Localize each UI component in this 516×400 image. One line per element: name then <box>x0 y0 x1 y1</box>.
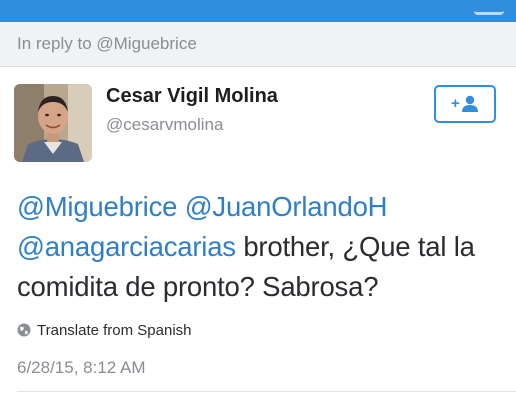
add-person-icon: + <box>451 95 478 112</box>
tweet-card: Cesar Vigil Molina @cesarvmolina + @Migu… <box>0 67 516 400</box>
plus-glyph: + <box>451 95 460 112</box>
reply-context-bar[interactable]: In reply to @Miguebrice <box>0 22 516 67</box>
top-navigation-bar <box>0 0 516 22</box>
tweet-text: @Miguebrice @JuanOrlandoH @anagarciacari… <box>17 187 509 307</box>
avatar[interactable] <box>14 84 92 162</box>
translate-link[interactable]: Translate from Spanish <box>17 322 192 339</box>
reply-context-text: In reply to @Miguebrice <box>17 34 197 53</box>
globe-icon <box>17 323 31 337</box>
mention-link[interactable]: @anagarciacarias <box>17 231 236 262</box>
top-bar-icon-fragment <box>474 0 504 15</box>
mention-link[interactable]: @Miguebrice <box>17 191 177 222</box>
divider <box>17 391 516 392</box>
follow-button[interactable]: + <box>434 85 496 123</box>
translate-label[interactable]: Translate from Spanish <box>37 322 192 339</box>
user-handle[interactable]: @cesarvmolina <box>106 115 223 135</box>
mention-link[interactable]: @JuanOrlandoH <box>185 191 388 222</box>
avatar-image <box>14 84 92 162</box>
user-display-name[interactable]: Cesar Vigil Molina <box>106 85 278 108</box>
tweet-timestamp: 6/28/15, 8:12 AM <box>17 358 146 377</box>
